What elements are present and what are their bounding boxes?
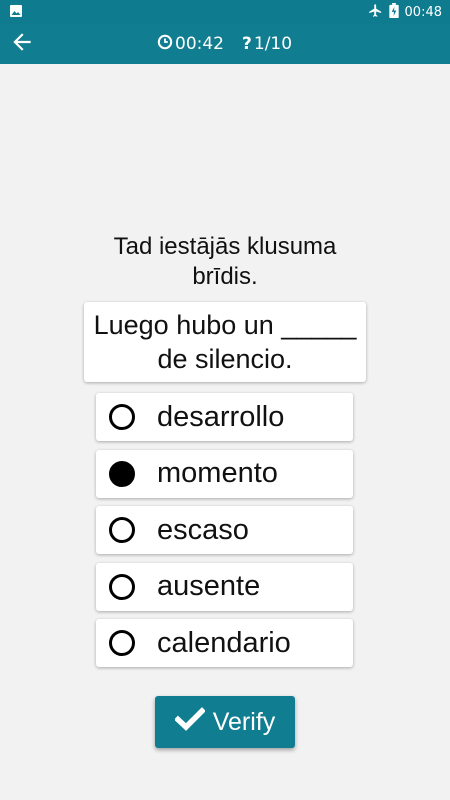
option-label: calendario — [157, 626, 291, 659]
answer-options: desarrollo momento escaso ausente calend… — [96, 393, 353, 676]
timer-value: 00:42 — [175, 34, 224, 54]
option-label: ausente — [157, 570, 261, 602]
checkmark-icon — [173, 706, 206, 738]
status-bar: 00:48 — [0, 0, 450, 24]
verify-button[interactable]: Verify — [155, 696, 295, 748]
radio-button-selected[interactable] — [109, 460, 135, 487]
option-label: desarrollo — [157, 400, 285, 433]
radio-button[interactable] — [109, 630, 135, 656]
option-momento[interactable]: momento — [96, 449, 353, 498]
radio-button[interactable] — [109, 517, 135, 543]
app-bar: 00:42 ? 1/10 — [0, 24, 450, 64]
clock-icon — [157, 34, 173, 55]
option-calendario[interactable]: calendario — [96, 619, 353, 667]
progress: ? 1/10 — [242, 34, 292, 54]
progress-value: 1/10 — [253, 34, 293, 54]
option-desarrollo[interactable]: desarrollo — [96, 393, 353, 441]
back-button[interactable] — [8, 30, 36, 58]
question-icon: ? — [242, 34, 252, 54]
verify-label: Verify — [212, 707, 276, 736]
target-sentence: Luego hubo un _____ de silencio. — [93, 310, 357, 374]
radio-button[interactable] — [109, 404, 135, 430]
option-label: escaso — [157, 513, 249, 546]
option-escaso[interactable]: escaso — [96, 506, 353, 554]
airplane-icon — [368, 3, 383, 22]
option-ausente[interactable]: ausente — [96, 562, 353, 611]
image-icon — [9, 3, 23, 22]
target-sentence-card: Luego hubo un _____ de silencio. — [84, 302, 366, 382]
status-time: 00:48 — [404, 4, 442, 20]
source-sentence: Tad iestājās klusuma brīdis. — [113, 233, 337, 290]
option-label: momento — [157, 457, 278, 489]
arrow-left-icon — [9, 29, 35, 60]
timer: 00:42 — [157, 34, 224, 55]
battery-charging-icon — [388, 2, 399, 22]
radio-button[interactable] — [109, 573, 135, 600]
quiz-info: 00:42 ? 1/10 — [157, 24, 292, 64]
